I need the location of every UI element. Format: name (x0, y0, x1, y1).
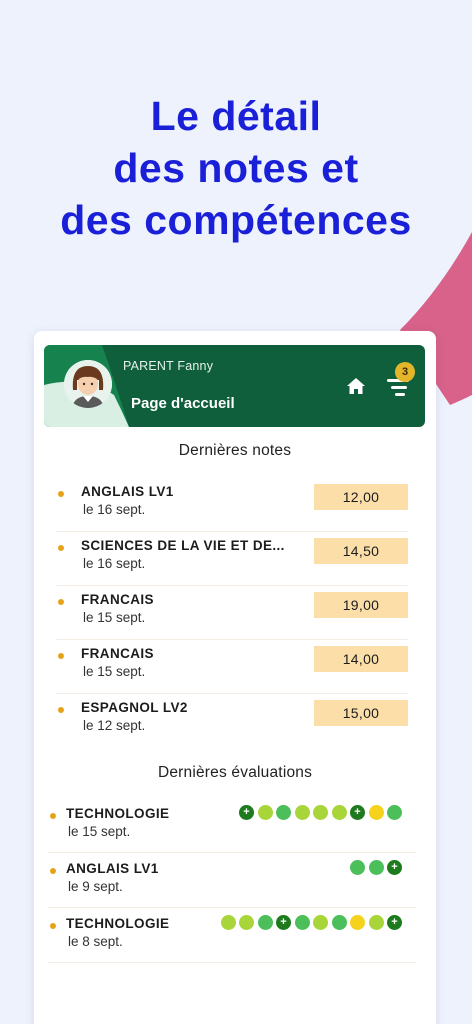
grade-date: le 12 sept. (83, 718, 146, 733)
skill-dot-green (294, 915, 310, 930)
grade-value: 19,00 (314, 592, 408, 618)
skill-dot-light (331, 805, 347, 820)
page-title: Page d'accueil (131, 395, 235, 412)
bullet-icon (50, 868, 56, 874)
grade-row[interactable]: FRANCAIS le 15 sept. 19,00 (56, 586, 408, 640)
skill-dot-light (220, 915, 236, 930)
skill-dot-light (294, 805, 310, 820)
skill-dot-light (257, 805, 273, 820)
skill-plus-icon: + (239, 805, 254, 820)
evaluation-subject: TECHNOLOGIE (66, 806, 170, 821)
bullet-icon (58, 653, 64, 659)
bullet-icon (58, 545, 64, 551)
headline-line-1: Le détail (150, 93, 322, 139)
grade-date: le 15 sept. (83, 610, 146, 625)
home-button[interactable] (345, 375, 367, 397)
latest-grades-title: Dernières notes (178, 442, 292, 459)
grade-row[interactable]: SCIENCES DE LA VIE ET DE... le 16 sept. … (56, 532, 408, 586)
grade-value: 12,00 (314, 484, 408, 510)
skill-dot-light (368, 915, 384, 930)
skill-dot-light (313, 805, 328, 820)
grade-subject: ESPAGNOL LV2 (81, 700, 188, 715)
evaluation-row[interactable]: TECHNOLOGIE le 15 sept. + + (48, 798, 416, 853)
skill-indicators: + + (220, 915, 402, 930)
screen: Le détail des notes et des compétences P… (0, 0, 472, 1024)
skill-indicators: + (350, 860, 402, 875)
skill-dot-green (276, 805, 291, 820)
skill-plus-icon: + (387, 860, 402, 875)
bullet-icon (58, 491, 64, 497)
skill-plus-icon: + (387, 915, 402, 930)
evaluation-subject: ANGLAIS LV1 (66, 861, 159, 876)
grade-row[interactable]: ANGLAIS LV1 le 16 sept. 12,00 (56, 478, 408, 532)
skill-plus-icon: + (350, 805, 365, 820)
evaluation-row[interactable]: TECHNOLOGIE le 8 sept. + + (48, 908, 416, 963)
skill-dot-green (368, 860, 384, 875)
bullet-icon (50, 923, 56, 929)
grade-date: le 15 sept. (83, 664, 146, 679)
notification-badge: 3 (395, 362, 415, 382)
latest-evaluations-title: Dernières évaluations (157, 764, 313, 781)
avatar[interactable] (64, 360, 112, 408)
home-icon (347, 378, 365, 394)
evaluation-row[interactable]: ANGLAIS LV1 le 9 sept. + (48, 853, 416, 908)
skill-dot-green (387, 805, 402, 820)
grade-subject: FRANCAIS (81, 592, 154, 607)
grade-subject: ANGLAIS LV1 (81, 484, 174, 499)
grade-row[interactable]: ESPAGNOL LV2 le 12 sept. 15,00 (56, 694, 408, 748)
grade-subject: SCIENCES DE LA VIE ET DE... (81, 538, 285, 553)
headline-line-3: des compétences (60, 197, 412, 243)
skill-plus-icon: + (276, 915, 291, 930)
promo-headline: Le détail des notes et des compétences (0, 90, 472, 246)
skill-dot-green (331, 915, 347, 930)
evaluation-date: le 15 sept. (68, 824, 131, 839)
evaluation-date: le 8 sept. (68, 934, 123, 949)
grade-value: 15,00 (314, 700, 408, 726)
app-screen-card: PARENT Fanny Page d'accueil 3 Dernières … (34, 331, 436, 1024)
parent-name: PARENT Fanny (123, 359, 214, 373)
grade-value: 14,00 (314, 646, 408, 672)
bullet-icon (50, 813, 56, 819)
evaluation-subject: TECHNOLOGIE (66, 916, 170, 931)
grade-row[interactable]: FRANCAIS le 15 sept. 14,00 (56, 640, 408, 694)
grade-date: le 16 sept. (83, 502, 146, 517)
skill-dot-green (350, 860, 365, 875)
app-header: PARENT Fanny Page d'accueil 3 (44, 345, 425, 427)
grade-value: 14,50 (314, 538, 408, 564)
grade-subject: FRANCAIS (81, 646, 154, 661)
skill-dot-light (313, 915, 328, 930)
headline-line-2: des notes et (113, 145, 359, 191)
evaluation-date: le 9 sept. (68, 879, 123, 894)
bullet-icon (58, 707, 64, 713)
grade-date: le 16 sept. (83, 556, 146, 571)
skill-dot-yellow (350, 915, 365, 930)
skill-dot-light (239, 915, 254, 930)
skill-dot-green (257, 915, 273, 930)
skill-dot-yellow (368, 805, 384, 820)
bullet-icon (58, 599, 64, 605)
skill-indicators: + + (239, 805, 402, 820)
